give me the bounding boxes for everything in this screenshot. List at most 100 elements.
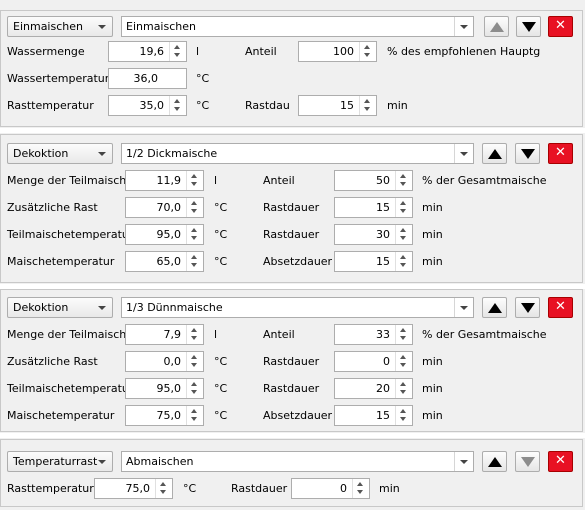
spin-arrows[interactable] bbox=[169, 42, 186, 61]
step-name-input[interactable]: 1/3 Dünnmaische bbox=[121, 297, 474, 318]
spin-value: 35,0 bbox=[139, 99, 165, 112]
step-type-select[interactable]: Dekoktion bbox=[7, 143, 113, 164]
move-down-button[interactable] bbox=[516, 16, 541, 37]
arrow-up-icon bbox=[191, 174, 197, 178]
extra-rest-temperature-spinbox[interactable]: 70,0 bbox=[125, 197, 204, 218]
rest-duration-spinbox[interactable]: 20 bbox=[334, 378, 413, 399]
unit-label: min bbox=[422, 255, 443, 268]
move-up-button[interactable] bbox=[482, 297, 507, 318]
rest-temperature-spinbox[interactable]: 35,0 bbox=[108, 95, 187, 116]
step-type-value: Dekoktion bbox=[13, 301, 69, 314]
step-name-dropdown[interactable] bbox=[454, 17, 473, 36]
spin-arrows[interactable] bbox=[155, 479, 172, 498]
spin-arrows[interactable] bbox=[186, 198, 203, 217]
spin-value: 65,0 bbox=[156, 255, 182, 268]
spin-arrows[interactable] bbox=[395, 225, 412, 244]
move-down-button[interactable] bbox=[515, 143, 540, 164]
spin-value: 95,0 bbox=[156, 228, 182, 241]
arrow-down-icon bbox=[364, 53, 370, 57]
step-type-value: Temperaturrast bbox=[13, 455, 98, 468]
spin-arrows[interactable] bbox=[186, 252, 203, 271]
step-name-dropdown[interactable] bbox=[454, 144, 473, 163]
spin-arrows[interactable] bbox=[395, 325, 412, 344]
water-amount-spinbox[interactable]: 19,6 bbox=[108, 41, 187, 62]
spin-arrows[interactable] bbox=[186, 352, 203, 371]
settling-duration-spinbox[interactable]: 15 bbox=[334, 405, 413, 426]
close-x-icon: ✕ bbox=[555, 453, 566, 468]
rest-duration-spinbox[interactable]: 0 bbox=[334, 351, 413, 372]
step-name-dropdown[interactable] bbox=[454, 298, 473, 317]
arrow-down-icon bbox=[521, 457, 535, 467]
extra-rest-temperature-spinbox[interactable]: 0,0 bbox=[125, 351, 204, 372]
field-label: Rastdauer bbox=[263, 355, 320, 368]
arrow-down-icon bbox=[191, 209, 197, 213]
step-name-input[interactable]: Einmaischen bbox=[121, 16, 474, 37]
step-type-select[interactable]: Einmaischen bbox=[7, 16, 113, 37]
spin-arrows[interactable] bbox=[352, 479, 369, 498]
settling-duration-spinbox[interactable]: 15 bbox=[334, 251, 413, 272]
close-x-icon: ✕ bbox=[555, 18, 566, 33]
spin-arrows[interactable] bbox=[395, 252, 412, 271]
unit-label: l bbox=[196, 45, 200, 58]
move-up-button[interactable] bbox=[482, 143, 507, 164]
rest-temperature-spinbox[interactable]: 75,0 bbox=[94, 478, 173, 499]
field-label: Rasttemperatur bbox=[7, 482, 94, 495]
arrow-down-icon bbox=[191, 236, 197, 240]
unit-label: °C bbox=[214, 228, 228, 241]
spin-arrows[interactable] bbox=[186, 325, 203, 344]
unit-label: °C bbox=[214, 255, 228, 268]
unit-label: °C bbox=[183, 482, 197, 495]
rest-duration-spinbox[interactable]: 30 bbox=[334, 224, 413, 245]
delete-step-button[interactable]: ✕ bbox=[548, 16, 573, 37]
step-name-value: Abmaischen bbox=[126, 455, 194, 468]
step-type-value: Dekoktion bbox=[13, 147, 69, 160]
delete-step-button[interactable]: ✕ bbox=[548, 297, 573, 318]
move-up-button[interactable] bbox=[482, 451, 507, 472]
step-name-input[interactable]: Abmaischen bbox=[121, 451, 474, 472]
move-down-button[interactable] bbox=[515, 297, 540, 318]
spin-arrows[interactable] bbox=[186, 171, 203, 190]
spin-arrows[interactable] bbox=[395, 352, 412, 371]
rest-duration-spinbox[interactable]: 15 bbox=[334, 197, 413, 218]
spin-arrows[interactable] bbox=[395, 379, 412, 398]
partial-mash-amount-spinbox[interactable]: 7,9 bbox=[125, 324, 204, 345]
move-up-button[interactable] bbox=[484, 16, 509, 37]
arrow-up-icon bbox=[174, 45, 180, 49]
spin-arrows[interactable] bbox=[359, 96, 376, 115]
share-spinbox[interactable]: 50 bbox=[334, 170, 413, 191]
partial-mash-amount-spinbox[interactable]: 11,9 bbox=[125, 170, 204, 191]
delete-step-button[interactable]: ✕ bbox=[548, 143, 573, 164]
partial-mash-temperature-spinbox[interactable]: 95,0 bbox=[125, 224, 204, 245]
mash-temperature-spinbox[interactable]: 75,0 bbox=[125, 405, 204, 426]
arrow-up-icon bbox=[364, 99, 370, 103]
step-type-select[interactable]: Temperaturrast bbox=[7, 451, 113, 472]
unit-label: l bbox=[214, 174, 218, 187]
step-name-value: Einmaischen bbox=[126, 20, 196, 33]
arrow-down-icon bbox=[160, 490, 166, 494]
spin-arrows[interactable] bbox=[186, 379, 203, 398]
rest-duration-spinbox[interactable]: 0 bbox=[291, 478, 370, 499]
step-name-input[interactable]: 1/2 Dickmaische bbox=[121, 143, 474, 164]
spin-arrows[interactable] bbox=[186, 225, 203, 244]
water-temperature-field[interactable]: 36,0 bbox=[108, 68, 187, 89]
spin-arrows[interactable] bbox=[395, 198, 412, 217]
spin-arrows[interactable] bbox=[359, 42, 376, 61]
rest-duration-spinbox[interactable]: 15 bbox=[298, 95, 377, 116]
delete-step-button[interactable]: ✕ bbox=[548, 451, 573, 472]
spin-arrows[interactable] bbox=[395, 406, 412, 425]
spin-arrows[interactable] bbox=[169, 96, 186, 115]
partial-mash-temperature-spinbox[interactable]: 95,0 bbox=[125, 378, 204, 399]
spin-arrows[interactable] bbox=[186, 406, 203, 425]
arrow-down-icon bbox=[191, 263, 197, 267]
step-type-select[interactable]: Dekoktion bbox=[7, 297, 113, 318]
spin-arrows[interactable] bbox=[395, 171, 412, 190]
move-down-button[interactable] bbox=[515, 451, 540, 472]
arrow-up-icon bbox=[400, 228, 406, 232]
step-name-dropdown[interactable] bbox=[454, 452, 473, 471]
unit-label: °C bbox=[214, 355, 228, 368]
share-spinbox[interactable]: 100 bbox=[298, 41, 377, 62]
field-label: Maischetemperatur bbox=[7, 255, 115, 268]
mash-temperature-spinbox[interactable]: 65,0 bbox=[125, 251, 204, 272]
unit-label: °C bbox=[196, 72, 210, 85]
share-spinbox[interactable]: 33 bbox=[334, 324, 413, 345]
